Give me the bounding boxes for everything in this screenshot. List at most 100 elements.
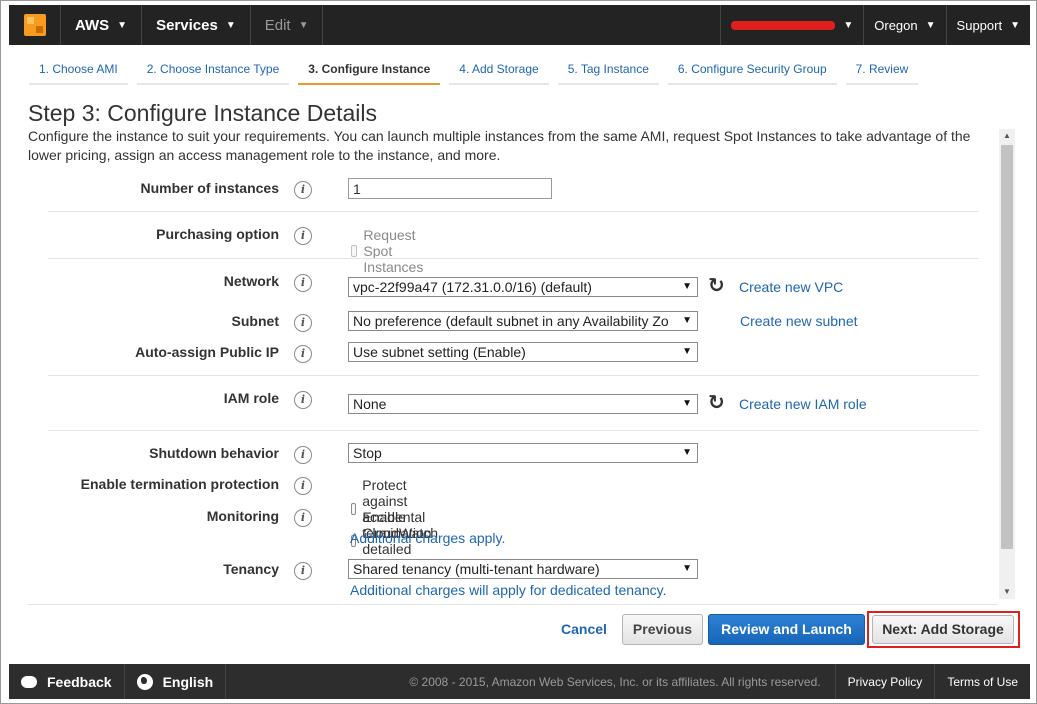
info-icon[interactable]: i — [294, 227, 312, 245]
terms-of-use-link[interactable]: Terms of Use — [934, 664, 1030, 699]
refresh-icon[interactable]: ↻ — [708, 393, 725, 413]
highlight-box — [867, 611, 1020, 648]
instances-label: Number of instances — [140, 180, 279, 196]
page-title: Step 3: Configure Instance Details — [28, 100, 378, 126]
language-label: English — [162, 673, 214, 690]
review-and-launch-button[interactable]: Review and Launch — [708, 614, 865, 645]
edit-menu[interactable]: Edit ▼ — [251, 5, 324, 45]
tenancy-select[interactable]: Shared tenancy (multi-tenant hardware) ▼ — [348, 559, 698, 579]
create-new-subnet-link[interactable]: Create new subnet — [740, 313, 858, 329]
tab-configure-security-group[interactable]: 6. Configure Security Group — [667, 55, 837, 85]
info-icon[interactable]: i — [294, 391, 312, 409]
public-ip-select[interactable]: Use subnet setting (Enable) ▼ — [348, 342, 698, 362]
scroll-up-icon[interactable]: ▲ — [999, 129, 1015, 143]
chevron-down-icon: ▼ — [298, 19, 309, 31]
chevron-down-icon: ▼ — [843, 19, 854, 31]
shutdown-select-value: Stop — [353, 445, 382, 461]
chevron-down-icon: ▼ — [117, 19, 128, 31]
tenancy-select-value: Shared tenancy (multi-tenant hardware) — [353, 561, 600, 577]
aws-menu-label: AWS — [75, 16, 110, 34]
dropdown-arrow-icon: ▼ — [682, 563, 692, 574]
scrollbar-thumb[interactable] — [1001, 145, 1013, 549]
footer: Feedback English © 2008 - 2015, Amazon W… — [9, 664, 1030, 699]
number-of-instances-input[interactable] — [348, 178, 552, 199]
request-spot-label: Request Spot Instances — [363, 227, 424, 275]
chevron-down-icon: ▼ — [225, 19, 236, 31]
divider — [48, 430, 979, 431]
subnet-select-value: No preference (default subnet in any Ava… — [353, 313, 669, 329]
dropdown-arrow-icon: ▼ — [682, 281, 692, 292]
edit-menu-label: Edit — [264, 16, 291, 34]
info-icon[interactable]: i — [294, 562, 312, 580]
tenancy-charges-link[interactable]: Additional charges will apply for dedica… — [350, 582, 666, 598]
monitoring-charges-link[interactable]: Additional charges apply. — [350, 530, 505, 546]
network-label: Network — [223, 273, 279, 289]
info-icon[interactable]: i — [294, 446, 312, 464]
network-select[interactable]: vpc-22f99a47 (172.31.0.0/16) (default) ▼ — [348, 277, 698, 297]
dropdown-arrow-icon: ▼ — [682, 447, 692, 458]
info-icon[interactable]: i — [294, 314, 312, 332]
feedback-button[interactable]: Feedback — [9, 664, 125, 699]
dropdown-arrow-icon: ▼ — [682, 398, 692, 409]
page-description: Configure the instance to suit your requ… — [28, 128, 971, 163]
chevron-down-icon: ▼ — [925, 19, 936, 31]
info-icon[interactable]: i — [294, 274, 312, 292]
tab-review[interactable]: 7. Review — [845, 55, 919, 85]
top-nav-right: ▼ Oregon ▼ Support ▼ — [720, 5, 1030, 45]
purchasing-label: Purchasing option — [156, 226, 279, 242]
iam-role-select-value: None — [353, 396, 387, 412]
create-new-iam-role-link[interactable]: Create new IAM role — [739, 396, 867, 412]
top-nav-bar: AWS ▼ Services ▼ Edit ▼ ▼ Oregon ▼ Support ▼ — [9, 5, 1030, 45]
subnet-select[interactable]: No preference (default subnet in any Ava… — [348, 311, 698, 331]
divider — [48, 375, 979, 376]
refresh-icon[interactable]: ↻ — [708, 276, 725, 296]
network-select-value: vpc-22f99a47 (172.31.0.0/16) (default) — [353, 279, 592, 295]
services-menu-label: Services — [156, 16, 218, 34]
scroll-down-icon[interactable]: ▼ — [999, 585, 1015, 599]
region-menu-label: Oregon — [874, 17, 918, 33]
region-menu[interactable]: Oregon ▼ — [863, 5, 945, 45]
scrollbar[interactable]: ▲ ▼ — [999, 129, 1015, 599]
info-icon[interactable]: i — [294, 509, 312, 527]
shutdown-behavior-select[interactable]: Stop ▼ — [348, 443, 698, 463]
redacted-account-name — [731, 20, 836, 30]
language-button[interactable]: English — [125, 664, 227, 699]
cancel-link[interactable]: Cancel — [561, 621, 607, 637]
info-icon[interactable]: i — [294, 477, 312, 495]
browser-window: AWS ▼ Services ▼ Edit ▼ ▼ Oregon ▼ Support ▼ … — [0, 0, 1037, 704]
tab-choose-instance-type[interactable]: 2. Choose Instance Type — [136, 55, 290, 85]
tab-add-storage[interactable]: 4. Add Storage — [449, 55, 549, 85]
support-menu-label: Support — [956, 17, 1003, 33]
tab-choose-ami[interactable]: 1. Choose AMI — [29, 55, 128, 85]
tenancy-label: Tenancy — [223, 561, 279, 577]
wizard-steps: 1. Choose AMI 2. Choose Instance Type 3.… — [29, 55, 927, 85]
account-menu[interactable]: ▼ — [720, 5, 863, 45]
previous-button[interactable]: Previous — [622, 614, 703, 645]
divider — [48, 211, 979, 212]
support-menu[interactable]: Support ▼ — [945, 5, 1030, 45]
feedback-label: Feedback — [47, 673, 112, 690]
services-menu[interactable]: Services ▼ — [142, 5, 251, 45]
aws-menu[interactable]: AWS ▼ — [61, 5, 143, 45]
divider — [28, 604, 998, 605]
iam-role-label: IAM role — [223, 390, 279, 406]
privacy-policy-link[interactable]: Privacy Policy — [834, 664, 935, 699]
create-new-vpc-link[interactable]: Create new VPC — [739, 279, 843, 295]
monitoring-label: Monitoring — [206, 508, 279, 524]
request-spot-checkbox[interactable]: Request Spot Instances — [351, 227, 429, 275]
speech-bubble-icon — [21, 675, 37, 688]
tab-configure-instance[interactable]: 3. Configure Instance — [298, 55, 441, 85]
subnet-label: Subnet — [231, 313, 279, 329]
shutdown-label: Shutdown behavior — [149, 445, 279, 461]
public-ip-select-value: Use subnet setting (Enable) — [353, 344, 526, 360]
aws-logo[interactable] — [9, 5, 61, 45]
info-icon[interactable]: i — [294, 181, 312, 199]
checkbox-box[interactable] — [351, 245, 358, 257]
aws-cube-icon — [23, 14, 46, 36]
copyright-text: © 2008 - 2015, Amazon Web Services, Inc.… — [409, 674, 821, 689]
iam-role-select[interactable]: None ▼ — [348, 394, 698, 414]
divider — [48, 258, 979, 259]
tab-tag-instance[interactable]: 5. Tag Instance — [557, 55, 659, 85]
public-ip-label: Auto-assign Public IP — [135, 344, 279, 360]
info-icon[interactable]: i — [294, 345, 312, 363]
